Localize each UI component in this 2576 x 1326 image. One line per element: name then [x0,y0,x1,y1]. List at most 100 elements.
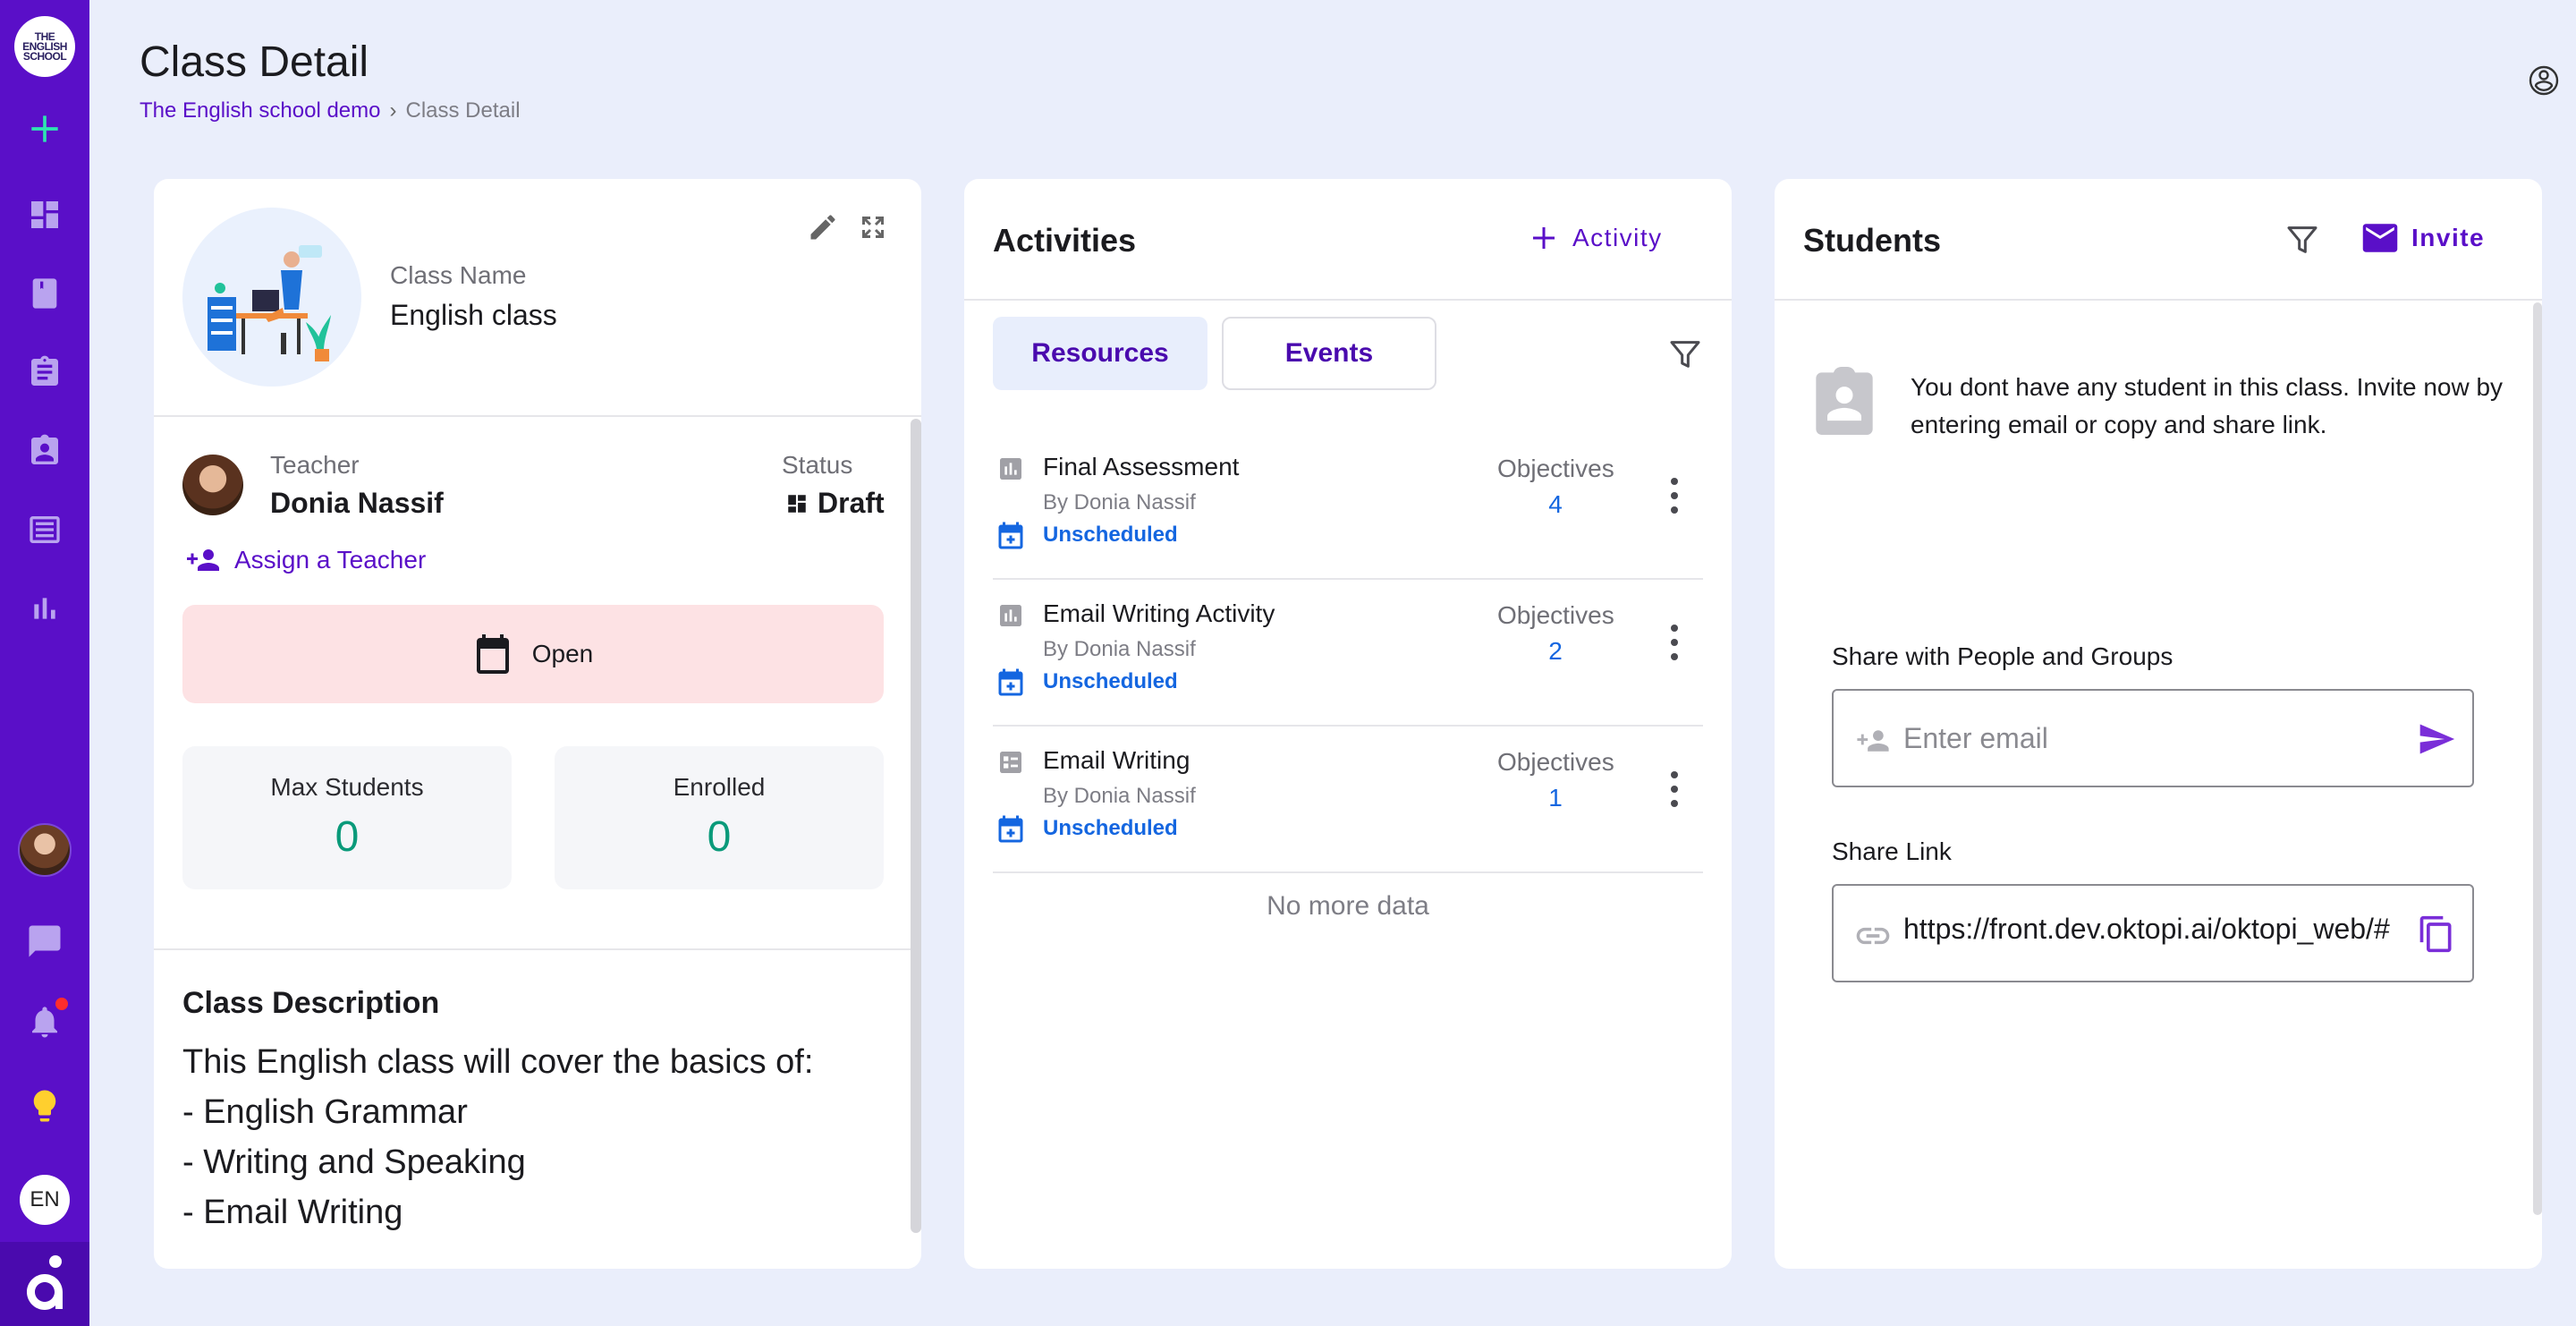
plus-icon [1533,227,1555,249]
activity-author: By Donia Nassif [1043,637,1196,661]
share-link-field[interactable]: https://front.dev.oktopi.ai/oktopi_web/# [1832,884,2474,982]
account-icon[interactable] [2528,64,2560,97]
mail-icon [2362,224,2398,252]
description-line: - English Grammar [182,1093,468,1131]
max-students-box: Max Students 0 [182,746,512,889]
no-more-data: No more data [1267,891,1429,921]
chevron-right-icon: › [389,98,397,123]
share-link-label: Share Link [1832,837,1952,865]
breadcrumb-current: Class Detail [405,98,521,123]
brand-logo [0,1242,89,1326]
activity-title: Email Writing [1043,746,1191,774]
description-line: - Writing and Speaking [182,1143,526,1181]
empty-students-message: You dont have any student in this class.… [1911,373,2504,438]
open-label: Open [531,640,594,667]
enrolled-label: Enrolled [673,773,766,801]
students-card: Students Invite You dont have any studen… [1775,179,2542,1269]
assessment-icon [1000,605,1021,626]
email-field[interactable] [1832,689,2474,787]
more-vert-icon[interactable] [1669,771,1680,807]
assign-teacher-button[interactable]: Assign a Teacher [182,544,426,576]
description-line: This English class will cover the basics… [182,1043,814,1081]
lightbulb-icon[interactable] [20,1081,70,1131]
scrollbar[interactable] [2533,302,2542,1215]
language-switch[interactable]: EN [20,1175,70,1225]
badge-icon[interactable] [20,426,70,476]
school-logo[interactable]: THE ENGLISH SCHOOL [14,16,75,77]
add-activity-button[interactable]: Activity [1528,222,1663,254]
calendar-add-icon [998,522,1023,549]
activity-row[interactable]: Email Writing By Donia Nassif Unschedule… [993,727,1703,873]
calendar-add-icon [998,815,1023,843]
divider [154,415,921,417]
activity-schedule[interactable]: Unscheduled [1043,816,1178,841]
objectives-label: Objectives [1497,748,1614,776]
assign-teacher-label: Assign a Teacher [234,546,427,574]
invite-label: Invite [2411,224,2486,251]
class-card: Class Name English class Teacher Donia N… [154,179,921,1269]
calendar-icon [476,634,509,674]
teacher-name: Donia Nassif [270,487,444,519]
activity-schedule[interactable]: Unscheduled [1043,669,1178,694]
teacher-label: Teacher [270,451,360,479]
objectives-label: Objectives [1497,601,1614,629]
max-students-label: Max Students [270,773,424,801]
class-illustration [182,208,361,387]
user-avatar[interactable] [18,823,72,877]
activity-author: By Donia Nassif [1043,784,1196,808]
tab-events[interactable]: Events [1222,317,1436,390]
status-label: Status [782,451,853,479]
more-vert-icon[interactable] [1669,625,1680,660]
students-title: Students [1803,222,1942,259]
share-link-value[interactable]: https://front.dev.oktopi.ai/oktopi_web/# [1903,913,2404,954]
edit-icon[interactable] [807,211,839,243]
article-icon[interactable] [20,505,70,555]
enrolled-value: 0 [707,813,732,861]
share-label: Share with People and Groups [1832,642,2174,670]
breadcrumb: The English school demo › Class Detail [140,98,521,123]
scrollbar[interactable] [911,419,921,1233]
tab-resources[interactable]: Resources [993,317,1208,390]
email-input[interactable] [1903,718,2404,759]
filter-icon[interactable] [1667,336,1703,372]
logo-line: SCHOOL [22,49,67,63]
filter-icon[interactable] [2284,222,2320,258]
chat-icon[interactable] [20,916,70,966]
activity-title: Final Assessment [1043,453,1240,480]
activity-row[interactable]: Final Assessment By Donia Nassif Unsched… [993,433,1703,580]
checklist-icon [1000,752,1021,773]
max-students-value: 0 [335,813,360,861]
class-name-value: English class [390,299,557,331]
activity-row[interactable]: Email Writing Activity By Donia Nassif U… [993,580,1703,727]
draft-icon [788,494,806,513]
sidebar: THE ENGLISH SCHOOL EN [0,0,89,1326]
open-status-button[interactable]: Open [182,605,884,703]
breadcrumb-link[interactable]: The English school demo [140,98,380,123]
activity-author: By Donia Nassif [1043,490,1196,514]
divider [1775,299,2542,301]
description-line: - Email Writing [182,1194,403,1231]
invite-button[interactable]: Invite [2361,222,2485,254]
book-icon[interactable] [20,268,70,319]
activities-card: Activities Activity Resources Events Fin… [964,179,1732,1269]
add-icon[interactable] [20,104,70,154]
copy-icon[interactable] [2417,914,2456,954]
send-icon[interactable] [2417,719,2456,759]
more-vert-icon[interactable] [1669,478,1680,514]
expand-icon[interactable] [857,211,889,243]
status-value: Draft [818,487,885,519]
objectives-label: Objectives [1497,455,1614,482]
activity-title: Email Writing Activity [1043,599,1275,627]
dashboard-icon[interactable] [20,190,70,240]
status-badge: Draft [785,487,885,520]
notification-dot [55,998,68,1010]
person-add-icon [1857,730,1889,752]
calendar-add-icon [998,668,1023,696]
divider [964,299,1732,301]
class-description-title: Class Description [182,986,440,1020]
bar-chart-icon[interactable] [20,583,70,633]
person-clipboard-icon [1816,367,1873,435]
clipboard-icon[interactable] [20,347,70,397]
activity-schedule[interactable]: Unscheduled [1043,523,1178,548]
teacher-avatar [182,455,243,515]
